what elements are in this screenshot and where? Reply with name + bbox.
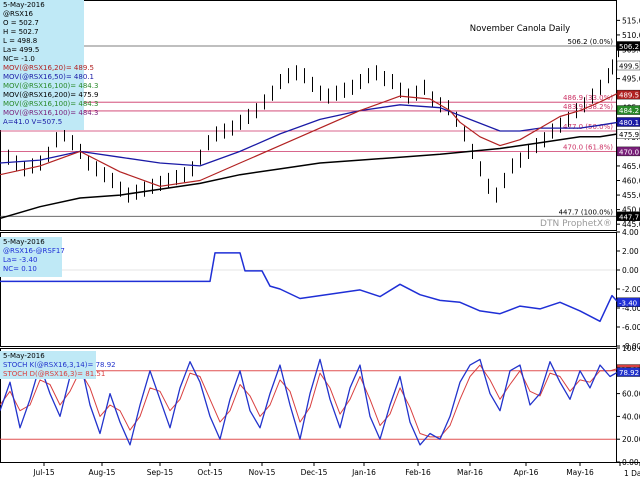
spread-legend: 5-May-2016 @RSX16-@RSF17 La= -3.40 NC= 0… xyxy=(0,237,65,277)
legend-line: 5-May-2016 xyxy=(3,238,45,246)
legend-line: @RSX16 xyxy=(3,10,34,18)
y-tick-label: -6.00 xyxy=(622,323,640,332)
x-axis-right-label: 1 Day xyxy=(624,469,640,478)
fib-label: 447.7 (100.0%) xyxy=(559,208,614,216)
value-tag-label: 470.0 xyxy=(619,148,639,156)
x-tick-label: Feb-16 xyxy=(405,468,431,477)
legend-line: MOV(@RSX16,100)= 484.3 xyxy=(3,100,99,108)
x-tick-label: Jan-16 xyxy=(351,468,376,477)
x-tick-label: Oct-15 xyxy=(197,468,222,477)
legend-line: A=41.0 V=507.5 xyxy=(3,118,63,126)
legend-line: La= 499.5 xyxy=(3,46,40,54)
y-tick-label: 0.00 xyxy=(622,458,639,467)
legend-line: MOV(@RSX16,50)= 480.1 xyxy=(3,73,94,81)
y-tick-label: 0.00 xyxy=(622,266,639,275)
legend-line: NC= -1.0 xyxy=(3,55,35,63)
value-tag-label: 475.9 xyxy=(619,131,639,139)
fib-label: 506.2 (0.0%) xyxy=(567,38,613,46)
legend-line: MOV(@RSX16,200)= 475.9 xyxy=(3,91,99,99)
value-tag-label: -3.40 xyxy=(619,299,637,307)
y-tick-label: 495.0 xyxy=(622,75,640,84)
x-tick-label: Mar-16 xyxy=(457,468,483,477)
ma200-line xyxy=(0,133,619,220)
y-tick-label: -2.00 xyxy=(622,285,640,294)
legend-line: H = 502.7 xyxy=(3,28,39,36)
legend-line: STOCH K(@RSX16,3,14)= 78.92 xyxy=(3,361,116,369)
legend-line: MOV(@RSX16,100)= 484.3 xyxy=(3,82,99,90)
x-tick-label: May-16 xyxy=(566,468,594,477)
value-tag-label: 506.2 xyxy=(619,43,639,51)
x-tick-label: Aug-15 xyxy=(89,468,116,477)
x-tick-label: Dec-15 xyxy=(301,468,328,477)
y-tick-label: 2.00 xyxy=(622,247,639,256)
x-tick-label: Sep-15 xyxy=(147,468,174,477)
chart-svg: 515.0510.0505.0500.0495.0490.0485.0480.0… xyxy=(0,0,640,478)
y-tick-label: 465.0 xyxy=(622,162,640,171)
legend-line: O = 502.7 xyxy=(3,19,39,27)
y-tick-label: 515.0 xyxy=(622,16,640,25)
chart-root: 515.0510.0505.0500.0495.0490.0485.0480.0… xyxy=(0,0,640,480)
legend-line: L = 498.8 xyxy=(3,37,38,45)
y-tick-label: 40.00 xyxy=(622,412,640,421)
y-tick-label: 455.0 xyxy=(622,191,640,200)
legend-line: 5-May-2016 xyxy=(3,1,45,9)
fib-label: 486.9 (33.0%) xyxy=(563,94,613,102)
price-legend: 5-May-2016 @RSX16 O = 502.7 H = 502.7 L … xyxy=(0,0,98,130)
value-tag-label: 484.2 xyxy=(619,107,639,115)
legend-line: 5-May-2016 xyxy=(3,352,45,360)
value-tag-label: 480.1 xyxy=(619,119,639,127)
watermark: DTN ProphetX® xyxy=(540,219,612,229)
legend-line: MOV(@RSX16,20)= 489.5 xyxy=(3,64,94,72)
legend-line: La= -3.40 xyxy=(3,256,38,264)
y-tick-label: 460.0 xyxy=(622,177,640,186)
y-tick-label: 60.00 xyxy=(622,390,640,399)
x-tick-label: Apr-16 xyxy=(514,468,539,477)
value-tag-label: 499.5 xyxy=(619,63,639,71)
spread-line xyxy=(0,252,619,323)
x-tick-label: Nov-15 xyxy=(249,468,276,477)
y-tick-label: 20.00 xyxy=(622,435,640,444)
chart-title: November Canola Daily xyxy=(470,24,570,34)
value-tag-label: 489.5 xyxy=(619,92,639,100)
fib-label: 470.0 (61.8%) xyxy=(563,143,613,151)
legend-line: @RSX16-@RSF17 xyxy=(3,247,65,255)
value-tag-label: 78.92 xyxy=(619,369,639,377)
y-tick-label: 100.00 xyxy=(622,344,640,353)
x-tick-label: Jul-15 xyxy=(32,468,55,477)
legend-line: NC= 0.10 xyxy=(3,265,37,273)
stoch-legend: 5-May-2016 STOCH K(@RSX16,3,14)= 78.92 S… xyxy=(0,351,116,379)
value-tag-label: 447.7 xyxy=(619,213,639,221)
pane-border xyxy=(0,232,617,347)
legend-line: MOV(@RSX16,100)= 484.3 xyxy=(3,109,99,117)
y-tick-label: 4.00 xyxy=(622,228,639,237)
legend-line: STOCH D(@RSX16,3)= 81.51 xyxy=(3,370,106,378)
y-tick-label: 510.0 xyxy=(622,31,640,40)
